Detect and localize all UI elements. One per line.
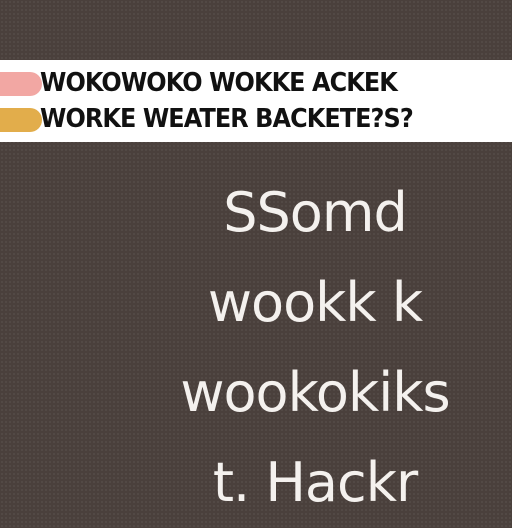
banner-line-1: WOKOWOKO WOKKE ACKEK (40, 68, 398, 98)
text-line-1: SSomd (223, 181, 407, 244)
main-text-block: SSomd wookk k wookokiks t. Hackr (150, 168, 480, 528)
gold-accent-stripe (0, 108, 42, 132)
banner-line-2: WORKE WEATER BACKETE?S? (40, 104, 414, 134)
text-line-3: wookokiks (180, 361, 450, 424)
text-line-4: t. Hackr (212, 451, 418, 514)
text-line-2: wookk k (207, 271, 423, 334)
header-banner: WOKOWOKO WOKKE ACKEK WORKE WEATER BACKET… (0, 60, 512, 142)
pink-accent-stripe (0, 72, 42, 96)
